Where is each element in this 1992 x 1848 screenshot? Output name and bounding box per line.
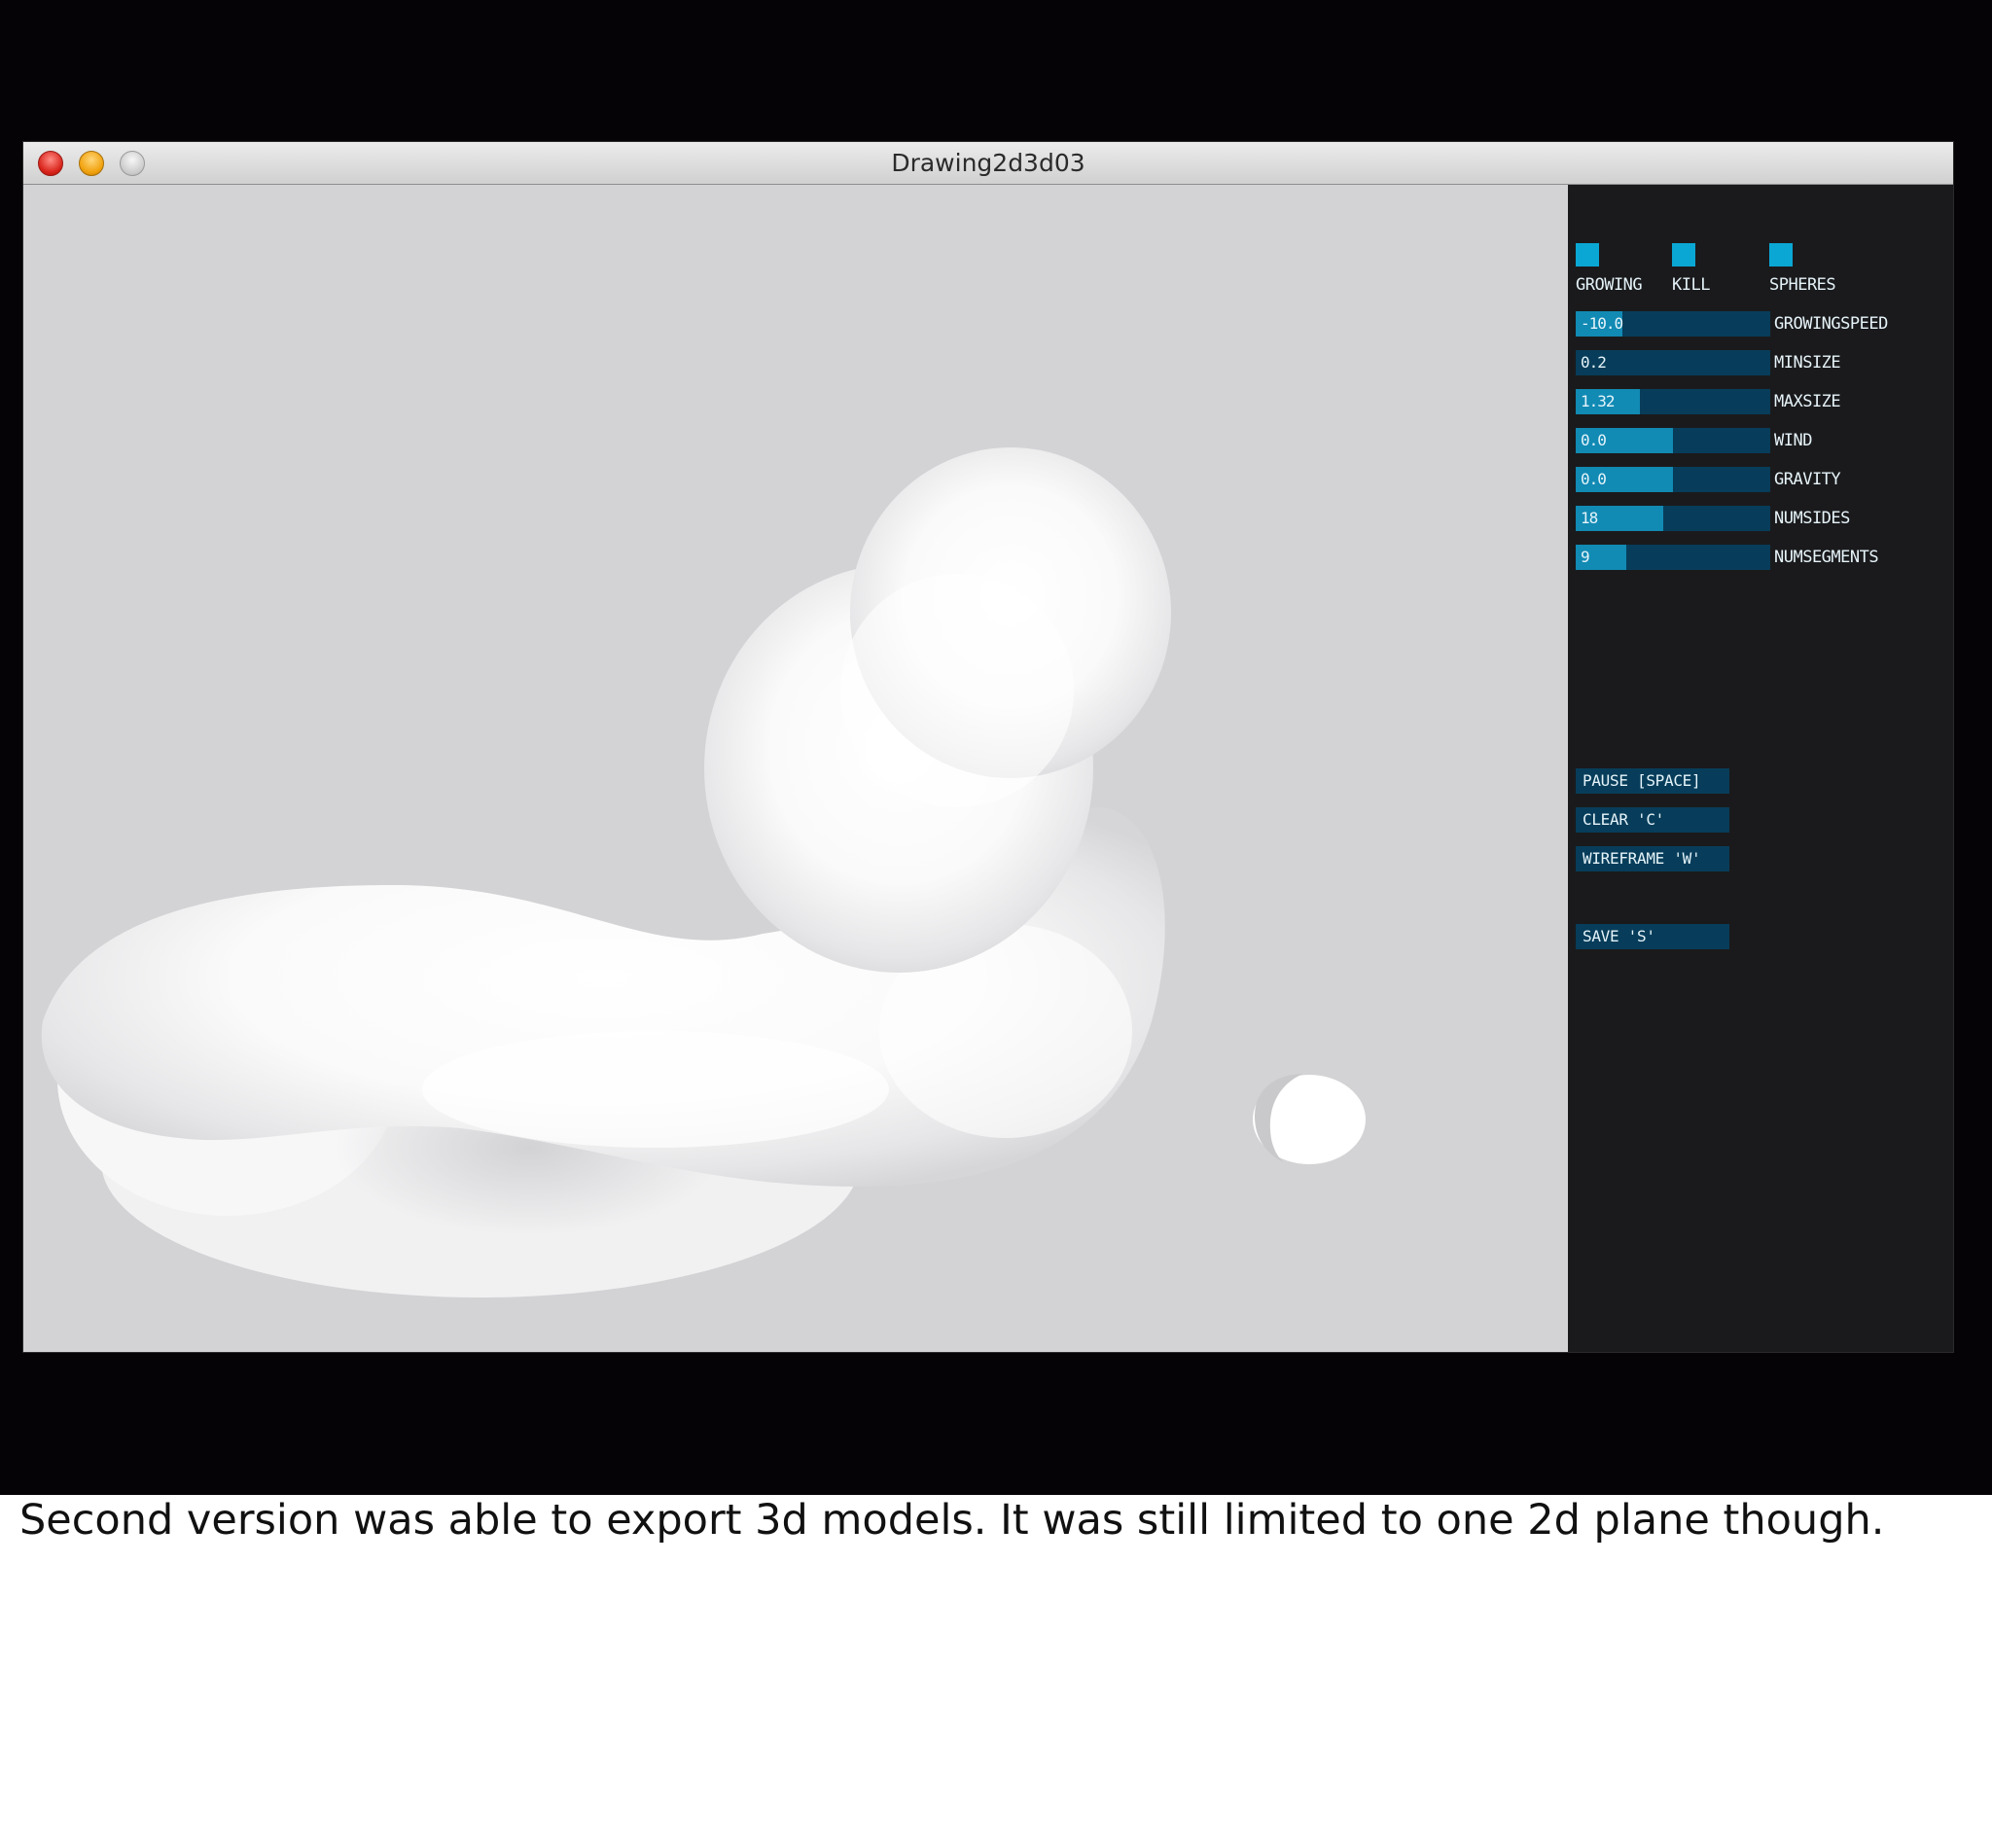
app-window: Drawing2d3d03 GROWING KILL SPHERES -10.0…: [23, 142, 1953, 1352]
slider-label-numsegments: NUMSEGMENTS: [1774, 548, 1879, 567]
slider-label-wind: WIND: [1774, 431, 1812, 450]
slide-caption: Second version was able to export 3d mod…: [19, 1496, 1885, 1545]
tube-render: [41, 447, 1366, 1297]
slider-numsegments[interactable]: 9: [1576, 545, 1770, 570]
slider-value: 0.0: [1581, 470, 1607, 488]
slider-wind[interactable]: 0.0: [1576, 428, 1770, 453]
window-title: Drawing2d3d03: [891, 149, 1085, 177]
slider-value: 0.0: [1581, 431, 1607, 449]
3d-viewport[interactable]: [23, 185, 1568, 1352]
slider-minsize[interactable]: 0.2: [1576, 350, 1770, 375]
slider-maxsize[interactable]: 1.32: [1576, 389, 1770, 414]
control-panel: GROWING KILL SPHERES -10.0 GROWINGSPEED …: [1568, 185, 1953, 1352]
spheres-label: SPHERES: [1769, 275, 1836, 295]
spheres-checkbox[interactable]: [1769, 243, 1793, 267]
slider-label-gravity: GRAVITY: [1774, 470, 1841, 489]
pause-button[interactable]: PAUSE [SPACE]: [1576, 768, 1729, 794]
toggle-growing[interactable]: GROWING: [1576, 243, 1643, 295]
slider-value: 18: [1581, 509, 1598, 527]
slider-label-minsize: MINSIZE: [1774, 353, 1841, 373]
slider-label-numsides: NUMSIDES: [1774, 509, 1850, 528]
slider-label-growingspeed: GROWINGSPEED: [1774, 314, 1888, 334]
toggle-kill[interactable]: KILL: [1672, 243, 1710, 295]
slider-label-maxsize: MAXSIZE: [1774, 392, 1841, 411]
toggle-spheres[interactable]: SPHERES: [1769, 243, 1836, 295]
kill-checkbox[interactable]: [1672, 243, 1695, 267]
slider-value: 9: [1581, 548, 1590, 566]
kill-label: KILL: [1672, 275, 1710, 295]
slider-numsides[interactable]: 18: [1576, 506, 1770, 531]
growing-checkbox[interactable]: [1576, 243, 1599, 267]
growing-label: GROWING: [1576, 275, 1643, 295]
slider-value: -10.0: [1581, 314, 1623, 333]
slider-value: 1.32: [1581, 392, 1616, 410]
slider-value: 0.2: [1581, 353, 1607, 372]
slider-growingspeed[interactable]: -10.0: [1576, 311, 1770, 337]
title-bar[interactable]: Drawing2d3d03: [23, 142, 1953, 185]
save-button[interactable]: SAVE 'S': [1576, 924, 1729, 949]
clear-button[interactable]: CLEAR 'C': [1576, 807, 1729, 833]
small-sphere: [1253, 1074, 1366, 1164]
slider-gravity[interactable]: 0.0: [1576, 467, 1770, 492]
wireframe-button[interactable]: WIREFRAME 'W': [1576, 846, 1729, 871]
